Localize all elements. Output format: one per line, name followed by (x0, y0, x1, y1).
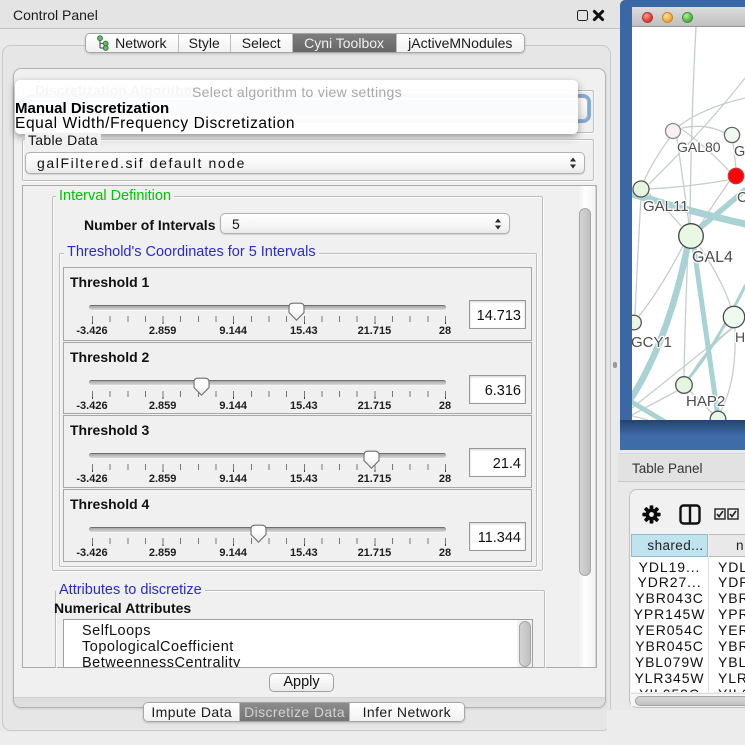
svg-text:GAL11: GAL11 (643, 198, 689, 215)
svg-text:H: H (735, 329, 745, 345)
svg-text:GAL4: GAL4 (692, 249, 733, 266)
svg-text:GCY1: GCY1 (632, 334, 672, 351)
svg-text:GA: GA (734, 144, 745, 160)
svg-text:GAL80: GAL80 (677, 139, 721, 155)
svg-text:C: C (737, 190, 745, 206)
svg-text:HAP2: HAP2 (686, 393, 725, 410)
